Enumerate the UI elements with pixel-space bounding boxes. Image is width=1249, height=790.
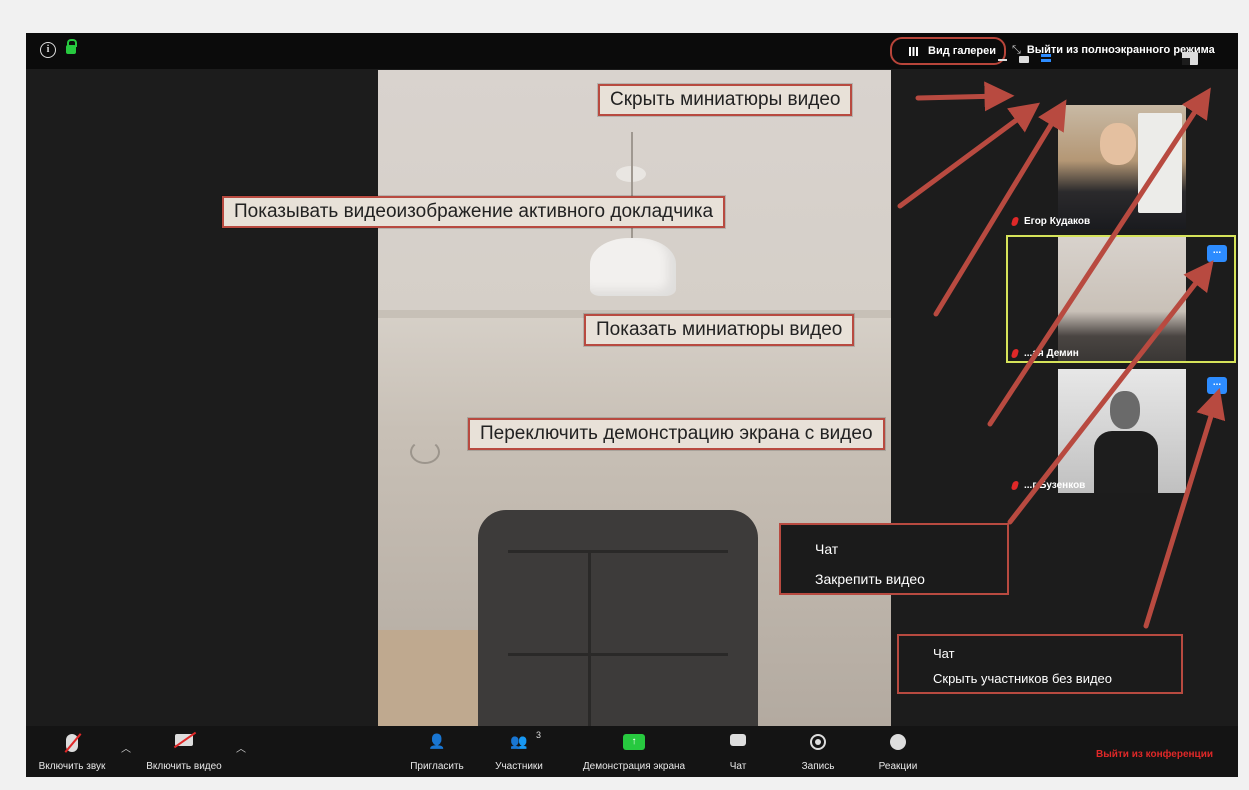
context-menu-1: Чат Закрепить видео: [779, 523, 1009, 595]
menu-item-chat[interactable]: Чат: [815, 541, 838, 557]
callout-show-active-speaker: Показывать видеоизображение активного до…: [222, 196, 726, 228]
callout-show-thumbnails: Показать миниатюры видео: [584, 314, 855, 346]
callout-hide-thumbnails: Скрыть миниатюры видео: [598, 84, 853, 116]
menu-item-chat[interactable]: Чат: [933, 646, 955, 661]
context-menu-2: Чат Скрыть участников без видео: [897, 634, 1183, 694]
menu-item-pin-video[interactable]: Закрепить видео: [815, 571, 925, 587]
callout-switch-share: Переключить демонстрацию экрана с видео: [468, 418, 885, 450]
menu-item-hide-non-video[interactable]: Скрыть участников без видео: [933, 671, 1112, 686]
